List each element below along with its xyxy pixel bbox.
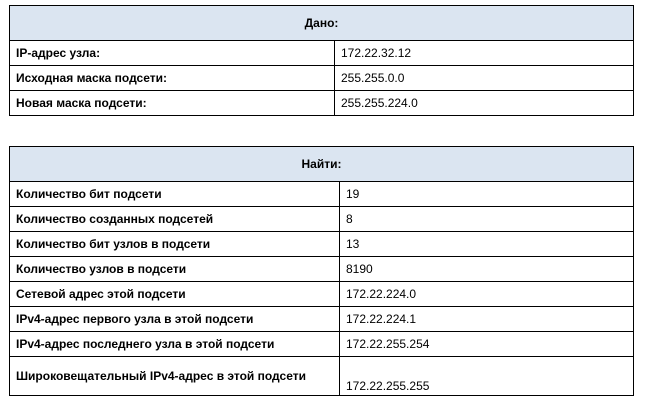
row-label: Исходная маска подсети: bbox=[9, 65, 335, 91]
row-value: 255.255.224.0 bbox=[333, 90, 635, 116]
row-value: 255.255.0.0 bbox=[333, 65, 635, 91]
find-header: Найти: bbox=[9, 146, 634, 182]
given-header-row: Дано: bbox=[8, 5, 635, 41]
table-row: IPv4-адрес последнего узла в этой подсет… bbox=[9, 331, 634, 357]
given-table: Дано: IP-адрес узла: 172.22.32.12 Исходн… bbox=[8, 5, 635, 116]
row-value: 172.22.255.254 bbox=[339, 331, 634, 357]
table-row: Широковещательный IPv4-адрес в этой подс… bbox=[9, 356, 634, 396]
find-table: Найти: Количество бит подсети 19 Количес… bbox=[9, 146, 634, 396]
row-label: Количество созданных подсетей bbox=[9, 206, 340, 232]
row-label: Количество бит подсети bbox=[9, 181, 340, 207]
row-value: 172.22.224.0 bbox=[339, 281, 634, 307]
row-label: IPv4-адрес последнего узла в этой подсет… bbox=[9, 331, 340, 357]
row-label: Новая маска подсети: bbox=[9, 90, 335, 116]
table-row: Количество бит узлов в подсети 13 bbox=[9, 231, 634, 257]
row-label: Широковещательный IPv4-адрес в этой подс… bbox=[9, 356, 340, 396]
row-value: 19 bbox=[339, 181, 634, 207]
row-value: 13 bbox=[339, 231, 634, 257]
find-header-row: Найти: bbox=[9, 146, 634, 182]
row-label: Сетевой адрес этой подсети bbox=[9, 281, 340, 307]
table-row: Исходная маска подсети: 255.255.0.0 bbox=[9, 65, 635, 91]
table-row: IP-адрес узла: 172.22.32.12 bbox=[9, 40, 635, 66]
row-value: 8 bbox=[339, 206, 634, 232]
row-label: Количество узлов в подсети bbox=[9, 256, 340, 282]
row-value: 172.22.224.1 bbox=[339, 306, 634, 332]
table-row: Количество узлов в подсети 8190 bbox=[9, 256, 634, 282]
table-row: Новая маска подсети: 255.255.224.0 bbox=[9, 90, 635, 116]
table-row: IPv4-адрес первого узла в этой подсети 1… bbox=[9, 306, 634, 332]
table-row: Количество бит подсети 19 bbox=[9, 181, 634, 207]
table-row: Количество созданных подсетей 8 bbox=[9, 206, 634, 232]
row-label: Количество бит узлов в подсети bbox=[9, 231, 340, 257]
row-label: IPv4-адрес первого узла в этой подсети bbox=[9, 306, 340, 332]
given-header: Дано: bbox=[8, 5, 635, 41]
row-value: 8190 bbox=[339, 256, 634, 282]
row-value: 172.22.255.255 bbox=[339, 356, 634, 396]
table-row: Сетевой адрес этой подсети 172.22.224.0 bbox=[9, 281, 634, 307]
row-value: 172.22.32.12 bbox=[333, 40, 635, 66]
row-label: IP-адрес узла: bbox=[9, 40, 335, 66]
